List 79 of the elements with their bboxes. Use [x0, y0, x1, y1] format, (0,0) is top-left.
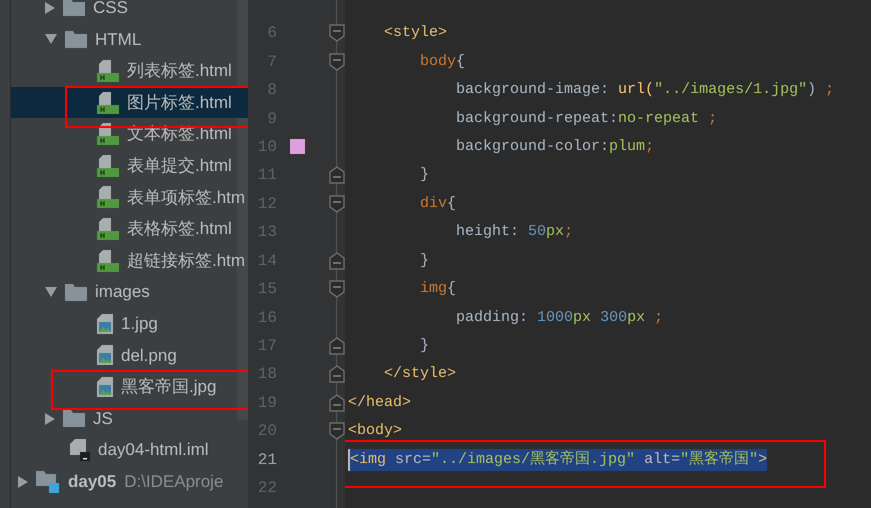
tree-item-label: 超链接标签.htm: [127, 250, 246, 272]
tree-item-label: 1.jpg: [121, 312, 158, 335]
tree-item[interactable]: 表单项标签.htm: [11, 182, 248, 214]
tree-item[interactable]: 超链接标签.htm: [11, 244, 248, 276]
fold-marker-icon[interactable]: [329, 394, 345, 412]
image-file-icon: [97, 345, 113, 366]
fold-marker-icon[interactable]: [329, 252, 345, 270]
code-line: div{: [419, 194, 456, 214]
folder-icon: [65, 30, 87, 48]
code-line: }: [419, 165, 430, 186]
fold-marker-icon[interactable]: [329, 280, 345, 298]
tree-item-label: 表单项标签.htm: [127, 186, 246, 209]
expand-arrow-icon[interactable]: [45, 34, 57, 44]
tree-item[interactable]: del.png: [11, 340, 248, 372]
html-file-icon: [97, 92, 119, 114]
module-file-icon: [70, 439, 90, 462]
fold-marker-icon[interactable]: [329, 166, 345, 184]
tree-item-label: HTML: [95, 28, 142, 51]
module-name: day05: [68, 470, 116, 493]
fold-marker-icon[interactable]: [329, 24, 345, 42]
tree-item-label: 图片标签.html: [127, 92, 232, 114]
tree-item[interactable]: JS: [11, 402, 248, 434]
tree-item[interactable]: CSS: [11, 0, 248, 24]
module-item[interactable]: day05 D:\IDEAproje: [11, 466, 248, 498]
collapse-arrow-icon[interactable]: [45, 2, 55, 14]
tree-item-label: 列表标签.html: [127, 60, 232, 82]
fold-marker-icon[interactable]: [329, 422, 345, 440]
code-line: height: 50px;: [455, 222, 574, 242]
image-file-icon: [97, 314, 113, 334]
tree-item[interactable]: 表单提交.html: [11, 150, 248, 182]
fold-marker-icon[interactable]: [329, 365, 345, 384]
tree-item-label: 黑客帝国.jpg: [121, 376, 216, 398]
code-line: </head>: [348, 392, 412, 413]
tree-item[interactable]: 表格标签.html: [11, 213, 248, 245]
html-file-icon: [97, 186, 119, 208]
tree-item-label: JS: [93, 408, 113, 430]
tree-item-label: day04-html.iml: [98, 439, 209, 462]
module-folder-icon: [36, 470, 60, 493]
html-file-icon: [97, 123, 119, 146]
color-swatch[interactable]: [290, 139, 305, 154]
expand-arrow-icon[interactable]: [45, 287, 57, 298]
folder-icon: [63, 410, 85, 428]
image-file-icon: [97, 376, 113, 397]
tree-item[interactable]: day04-html.iml: [11, 434, 248, 466]
tree-item[interactable]: HTML: [11, 24, 248, 56]
code-line: </style>: [383, 364, 456, 384]
code-line: padding: 1000px 300px ;: [455, 308, 664, 328]
tree-item[interactable]: 黑客帝国.jpg: [11, 371, 248, 403]
collapse-arrow-icon[interactable]: [45, 412, 55, 425]
collapse-arrow-icon[interactable]: [18, 476, 28, 488]
folder-icon: [65, 284, 87, 301]
code-line: background-repeat:no-repeat ;: [455, 108, 718, 129]
tree-item-label: 表格标签.html: [127, 218, 232, 240]
code-line: img{: [419, 279, 456, 300]
html-file-icon: [97, 60, 119, 82]
tree-item[interactable]: 图片标签.html: [11, 86, 248, 118]
html-file-icon: [97, 218, 119, 240]
tree-item-label: 表单提交.html: [127, 155, 232, 178]
code-line: <style>: [383, 23, 448, 44]
html-file-icon: [97, 154, 119, 177]
tree-item[interactable]: images: [11, 276, 248, 308]
code-line: }: [419, 250, 430, 271]
tree-item-label: del.png: [121, 344, 177, 367]
html-file-icon: [97, 250, 119, 272]
code-line: background-image: url("../images/1.jpg") ;: [455, 80, 834, 100]
code-line: body{: [419, 52, 466, 72]
line-number: 21: [256, 450, 277, 471]
fold-marker-icon[interactable]: [329, 194, 345, 213]
module-path: D:\IDEAproje: [124, 470, 224, 493]
fold-marker-icon[interactable]: [329, 52, 345, 71]
fold-marker-icon[interactable]: [329, 337, 345, 356]
tree-item-label: CSS: [93, 0, 128, 20]
code-line: }: [419, 336, 430, 356]
code-line: background-color:plum;: [455, 136, 654, 157]
tree-item[interactable]: 列表标签.html: [11, 55, 248, 87]
tree-item-label: images: [95, 281, 150, 304]
code-line: <body>: [348, 421, 402, 442]
tree-item[interactable]: 1.jpg: [11, 308, 248, 340]
folder-icon: [63, 0, 85, 16]
